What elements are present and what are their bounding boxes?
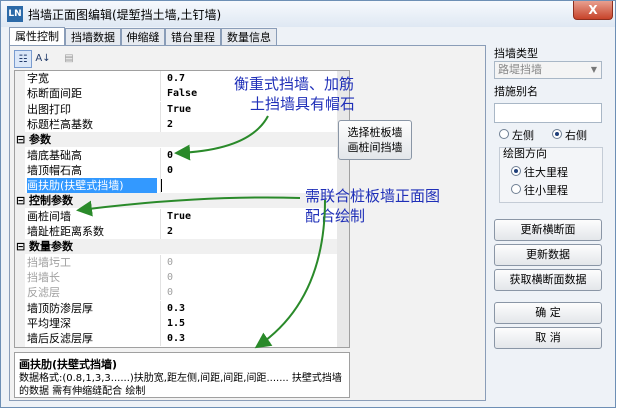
arrow-to-pile-wall — [76, 196, 301, 217]
annotation-arrows — [76, 115, 326, 349]
arrow-to-help-panel — [254, 199, 326, 349]
arrow-to-cap-height — [174, 115, 269, 161]
